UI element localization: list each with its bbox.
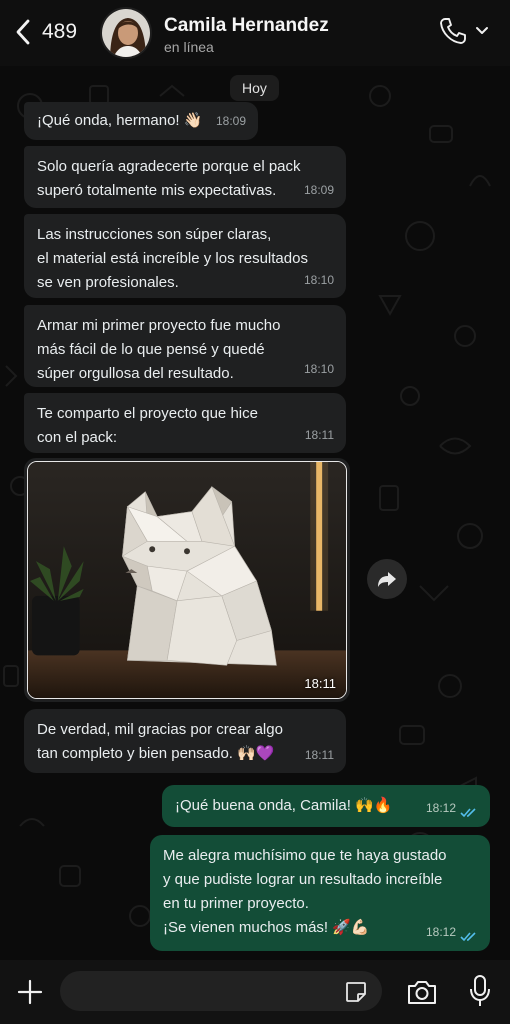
message-bubble-incoming[interactable]: Te comparto el proyecto que hice con el …	[24, 393, 346, 453]
message-bubble-incoming[interactable]: Las instrucciones son súper claras, el m…	[24, 214, 346, 298]
forward-button[interactable]	[367, 559, 407, 599]
message-time: 18:11	[304, 748, 334, 762]
message-text: Solo quería agradecerte porque el pack s…	[37, 158, 301, 199]
message-bubble-incoming[interactable]: Solo quería agradecerte porque el pack s…	[24, 146, 346, 208]
message-bubble-incoming[interactable]: ¡Qué onda, hermano! 👋🏻 18:09	[24, 102, 258, 140]
message-time: 18:11	[304, 676, 336, 691]
message-time: 18:10	[303, 362, 334, 376]
chevron-left-icon	[16, 19, 30, 45]
message-bubble-outgoing[interactable]: ¡Qué buena onda, Camila! 🙌🔥 18:12	[162, 785, 490, 827]
contact-status: en línea	[164, 39, 214, 55]
avatar-image	[102, 9, 150, 57]
chevron-down-icon[interactable]	[474, 24, 490, 38]
message-text: ¡Qué onda, hermano! 👋🏻	[37, 112, 203, 129]
message-bubble-incoming[interactable]: Armar mi primer proyecto fue mucho más f…	[24, 305, 346, 387]
microphone-icon[interactable]	[468, 974, 492, 1008]
message-time: 18:09	[303, 183, 334, 197]
message-time: 18:11	[304, 428, 334, 442]
image-message[interactable]: 18:11	[24, 458, 350, 702]
sculpture-photo	[28, 462, 346, 698]
plus-icon[interactable]	[16, 978, 44, 1006]
camera-icon[interactable]	[406, 978, 438, 1006]
image-frame: 18:11	[27, 461, 347, 699]
date-separator: Hoy	[230, 75, 279, 101]
message-input[interactable]	[60, 971, 382, 1011]
message-text: ¡Qué buena onda, Camila! 🙌🔥	[175, 797, 393, 814]
message-time: 18:12	[425, 801, 456, 815]
chat-header: 489 Camila Hernandez en línea	[0, 0, 510, 66]
unread-count: 489	[42, 20, 78, 43]
avatar[interactable]	[100, 7, 152, 59]
forward-icon	[378, 572, 396, 587]
message-time: 18:12	[425, 925, 456, 939]
message-text: De verdad, mil gracias por crear algo ta…	[37, 721, 283, 762]
message-text: Me alegra muchísimo que te haya gustado …	[163, 847, 447, 936]
double-check-icon	[460, 808, 476, 818]
message-text: Armar mi primer proyecto fue mucho más f…	[37, 317, 281, 382]
message-bubble-outgoing[interactable]: Me alegra muchísimo que te haya gustado …	[150, 835, 490, 951]
back-button[interactable]: 489	[14, 18, 77, 46]
sticker-icon[interactable]	[344, 980, 368, 1004]
message-text: Te comparto el proyecto que hice con el …	[37, 405, 258, 446]
double-check-icon	[460, 932, 476, 942]
message-time: 18:10	[303, 273, 334, 287]
phone-icon[interactable]	[438, 16, 468, 46]
contact-name[interactable]: Camila Hernandez	[164, 15, 329, 37]
message-text: Las instrucciones son súper claras, el m…	[37, 226, 308, 291]
message-bubble-incoming[interactable]: De verdad, mil gracias por crear algo ta…	[24, 709, 346, 773]
message-time: 18:09	[215, 114, 246, 128]
